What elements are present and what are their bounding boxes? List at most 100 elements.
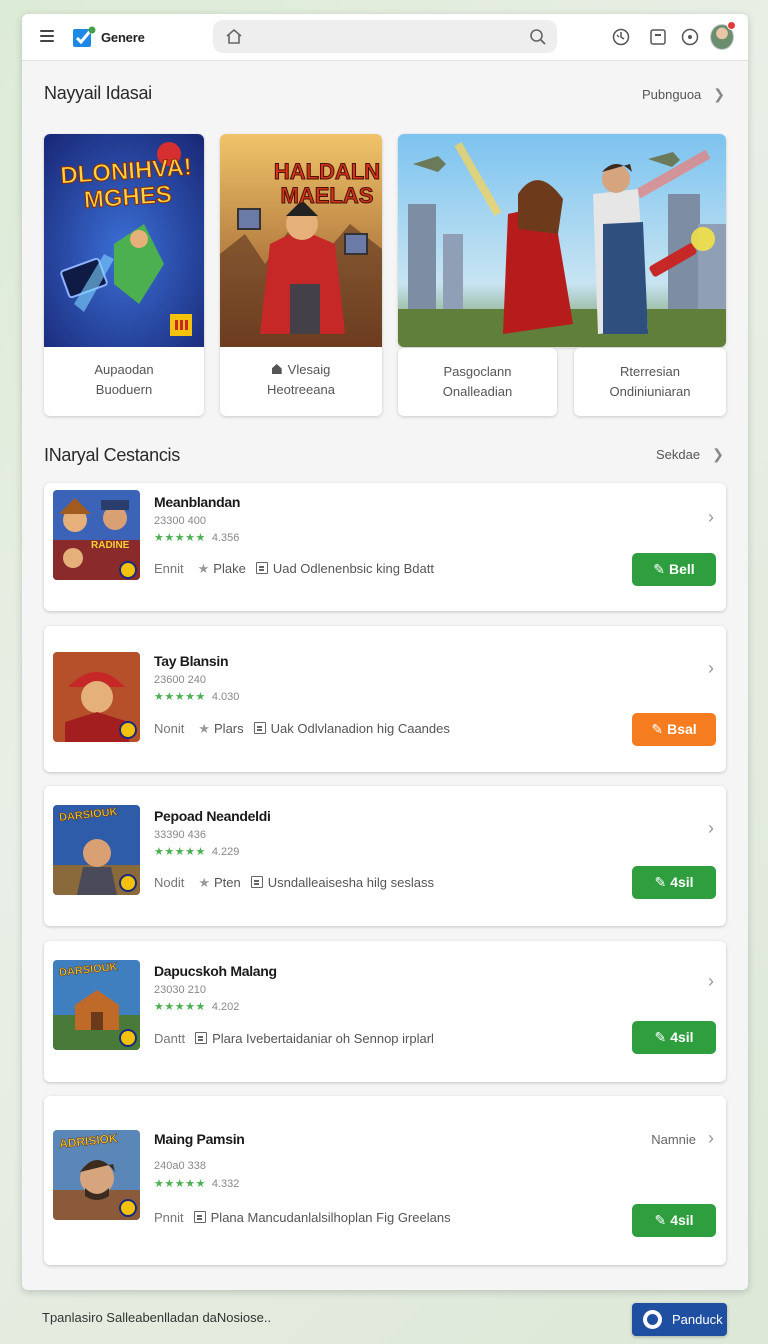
app-window: Genere Nayyail Idasai Pubnguoa ❯ Aupaoda… — [22, 14, 748, 1290]
game-row-1[interactable]: RADINE Meanblandan 23300 400 ★★★★★ 4.356 … — [44, 483, 726, 611]
game-platform: Plake — [213, 561, 246, 576]
get-button-label: 4sil — [670, 1029, 694, 1045]
star-icon: ★ — [198, 875, 211, 890]
app-logo-icon[interactable] — [72, 26, 96, 48]
featured-caption-line1: Aupaodan — [94, 362, 154, 377]
game-rating: ★★★★★ 4.030 — [154, 690, 239, 703]
featured-caption-line1: Rterresian — [620, 364, 680, 379]
featured-section-title: Nayyail Idasai — [44, 83, 152, 103]
game-meta: Pnnit Plana Mancudanlalsilhoplan Fig Gree… — [154, 1210, 451, 1225]
chevron-right-icon[interactable]: › — [708, 658, 714, 679]
chevron-right-icon[interactable]: › — [708, 1128, 714, 1149]
game-downloads: 240a0 338 — [154, 1160, 206, 1172]
game-category: Nodit — [154, 875, 185, 890]
featured-see-all-label: Pubnguoa — [642, 87, 702, 102]
chevron-right-icon[interactable]: › — [708, 507, 714, 528]
get-button[interactable]: ✎ Bell — [632, 553, 716, 586]
chevron-right-icon[interactable]: › — [708, 971, 714, 992]
pencil-icon: ✎ — [654, 1212, 667, 1228]
game-meta: Nonit ★ Plars Uak Odlvlanadion hig Caandes — [154, 721, 450, 737]
star-rating-icon: ★★★★★ — [154, 846, 206, 858]
home-icon[interactable] — [225, 28, 243, 45]
featured-card-3[interactable]: Pasgoclann Onalleadian — [398, 348, 557, 416]
game-downloads: 23030 210 — [154, 984, 206, 996]
star-rating-icon: ★★★★★ — [154, 1001, 206, 1013]
game-rating: ★★★★★ 4.332 — [154, 1177, 239, 1190]
brand-name: Genere — [101, 30, 145, 45]
game-category: Ennit — [154, 561, 184, 576]
game-name: Maing Pamsin — [154, 1131, 245, 1147]
document-icon — [195, 1032, 208, 1044]
game-description: Uad Odlenenbsic king Bdatt — [272, 561, 434, 576]
get-button[interactable]: ✎ 4sil — [632, 1204, 716, 1237]
menu-icon[interactable] — [40, 30, 54, 42]
game-thumb-4: DARSIOUK — [53, 960, 140, 1050]
get-button-label: 4sil — [670, 1212, 694, 1228]
featured-caption-line1: Vlesaig — [287, 362, 331, 377]
pencil-icon: ✎ — [654, 1029, 667, 1045]
star-rating-icon: ★★★★★ — [154, 532, 206, 544]
search-input[interactable] — [251, 26, 511, 47]
featured-caption-2-row: Vlesaig — [220, 360, 382, 380]
chevron-right-icon: ❯ — [712, 446, 724, 462]
game-category: Nonit — [154, 721, 185, 736]
game-description: Uak Odlvlanadion hig Caandes — [270, 721, 450, 736]
featured-art-title-1: DLONIHVA! MGHES — [59, 153, 193, 215]
featured-caption-3: Pasgoclann Onalleadian — [398, 362, 557, 402]
star-icon: ★ — [198, 721, 211, 736]
game-platform: Pten — [214, 875, 241, 890]
game-thumb-3: DARSIOUK — [53, 805, 140, 895]
star-icon: ★ — [197, 561, 210, 576]
game-description: Usndalleaisesha hilg seslass — [267, 875, 434, 890]
footer-action-button[interactable]: Panduck — [632, 1303, 727, 1336]
get-button[interactable]: ✎ Bsal — [632, 713, 716, 746]
game-thumb-2 — [53, 652, 140, 742]
document-icon — [253, 722, 266, 734]
featured-card-4[interactable]: Rterresian Ondiniuniaran — [574, 348, 726, 416]
chevron-right-icon[interactable]: › — [708, 818, 714, 839]
featured-hero-art[interactable] — [398, 134, 726, 347]
chevron-right-icon: ❯ — [713, 86, 726, 102]
info-icon[interactable] — [680, 27, 700, 47]
rating-value: 4.332 — [211, 1178, 240, 1190]
get-button[interactable]: ✎ 4sil — [632, 866, 716, 899]
home-icon — [271, 364, 282, 374]
featured-caption-line2: Heotreeana — [267, 382, 335, 397]
window-icon[interactable] — [648, 27, 668, 47]
game-platform: Plars — [214, 721, 244, 736]
timer-icon[interactable] — [611, 27, 631, 47]
game-row-5[interactable]: ADRISIOK Maing Pamsin 240a0 338 ★★★★★ 4.3… — [44, 1096, 726, 1265]
circle-icon — [643, 1310, 662, 1329]
featured-caption-line2: Buoduern — [95, 382, 153, 397]
game-meta: Dantt Plara Ivebertaidaniar oh Sennop irp… — [154, 1031, 434, 1046]
get-button-label: Bsal — [667, 721, 697, 737]
game-downloads: 23600 240 — [154, 674, 206, 686]
featured-caption-1: Aupaodan Buoduern — [44, 360, 204, 400]
game-category: Pnnit — [154, 1210, 184, 1225]
list-see-all-link[interactable]: Sekdae ❯ — [656, 446, 724, 463]
game-row-2[interactable]: Tay Blansin 23600 240 ★★★★★ 4.030 Nonit ★ P… — [44, 626, 726, 772]
search-icon[interactable] — [529, 28, 547, 46]
featured-caption-2: Vlesaig Heotreeana — [220, 360, 382, 400]
game-rating: ★★★★★ 4.356 — [154, 531, 239, 544]
search-bar[interactable] — [213, 20, 557, 53]
get-button-label: Bell — [669, 561, 695, 577]
rating-value: 4.030 — [211, 691, 240, 703]
game-thumb-label: RADINE — [91, 540, 130, 551]
game-meta: Nodit ★ Pten Usndalleaisesha hilg seslass — [154, 875, 434, 891]
featured-art-title-2: HALDALN MAELAS — [273, 159, 381, 208]
pencil-icon: ✎ — [651, 721, 664, 737]
star-rating-icon: ★★★★★ — [154, 1178, 206, 1190]
game-thumb-1: RADINE — [53, 490, 140, 580]
document-icon — [255, 562, 268, 574]
notification-badge — [727, 21, 736, 30]
featured-caption-line2: Ondiniuniaran — [609, 384, 691, 399]
star-rating-icon: ★★★★★ — [154, 691, 206, 703]
get-button-label: 4sil — [670, 874, 694, 890]
game-row-3[interactable]: DARSIOUK Pepoad Neandeldi 33390 436 ★★★★… — [44, 786, 726, 926]
get-button[interactable]: ✎ 4sil — [632, 1021, 716, 1054]
user-avatar[interactable] — [710, 21, 736, 50]
game-side-label: Namnie — [651, 1132, 696, 1147]
featured-see-all-link[interactable]: Pubnguoa ❯ — [642, 86, 725, 103]
game-row-4[interactable]: DARSIOUK Dapucskoh Malang 23030 210 ★★★★… — [44, 941, 726, 1082]
